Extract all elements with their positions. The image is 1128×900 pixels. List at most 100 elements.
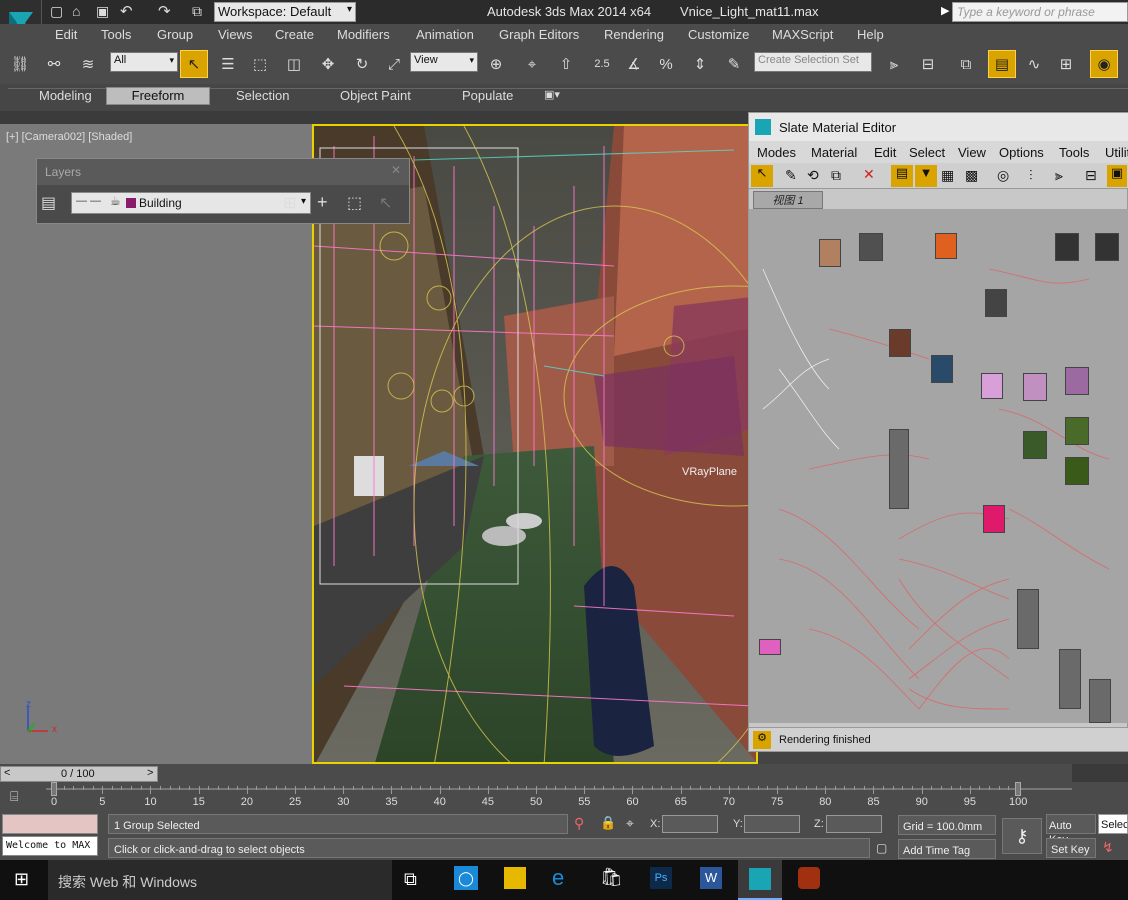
layout-children-icon[interactable]: ⫶	[1029, 167, 1033, 184]
material-node[interactable]	[935, 233, 957, 259]
cortana-icon[interactable]: ◯	[454, 866, 478, 890]
keyboard-shortcut-icon[interactable]: ⇧	[552, 50, 580, 78]
z-coord-input[interactable]	[826, 815, 882, 833]
menu-animation[interactable]: Animation	[416, 27, 474, 42]
slate-menu-tools[interactable]: Tools	[1059, 145, 1089, 160]
selection-filter-select[interactable]: All ▾	[110, 52, 178, 72]
ribbon-tab-populate[interactable]: Populate	[462, 88, 513, 103]
edge-icon[interactable]: e	[552, 865, 564, 891]
taskbar-search-box[interactable]: 搜索 Web 和 Windows	[48, 860, 392, 900]
select-by-name-icon[interactable]: ☰	[214, 50, 242, 78]
menu-rendering[interactable]: Rendering	[604, 27, 664, 42]
current-layer-select[interactable]: — — ☕ Building ▾	[71, 192, 311, 214]
material-node[interactable]	[1065, 417, 1089, 445]
game-app-icon[interactable]	[798, 867, 820, 889]
select-object-icon[interactable]: ↖	[180, 50, 208, 78]
slate-menu-select[interactable]: Select	[909, 145, 945, 160]
render-teapot-icon[interactable]: ☕	[110, 194, 121, 208]
material-node[interactable]	[1089, 679, 1111, 723]
material-node[interactable]	[1059, 649, 1081, 709]
undo-icon[interactable]: ↶	[120, 2, 133, 20]
time-slider[interactable]: < 0 / 100 >	[0, 766, 158, 782]
edit-named-selection-icon[interactable]: ✎	[720, 50, 748, 78]
ribbon-tab-modeling[interactable]: Modeling	[39, 88, 92, 103]
material-node[interactable]	[931, 355, 953, 383]
set-current-layer-icon[interactable]: ↖	[379, 193, 392, 213]
slate-menu-utilities[interactable]: Utilities	[1105, 145, 1128, 160]
material-node[interactable]	[889, 429, 909, 509]
hide-toggle-icon[interactable]: — —	[76, 195, 101, 207]
redo-icon[interactable]: ↷	[158, 2, 171, 20]
time-marker-start[interactable]	[51, 782, 57, 796]
material-navigator-icon[interactable]: ⫸	[1055, 167, 1063, 184]
slider-next-icon[interactable]: >	[147, 767, 153, 779]
bind-spacewarp-icon[interactable]: ≋	[74, 50, 102, 78]
ribbon-tab-freeform[interactable]: Freeform	[106, 87, 210, 105]
hide-unused-icon[interactable]: ▼	[915, 165, 937, 187]
material-node[interactable]	[859, 233, 883, 261]
ribbon-tab-object-paint[interactable]: Object Paint	[340, 88, 411, 103]
slate-menu-modes[interactable]: Modes	[757, 145, 796, 160]
material-node[interactable]	[1095, 233, 1119, 261]
maxscript-listener[interactable]	[2, 814, 98, 834]
absolute-mode-icon[interactable]: ⌖	[626, 815, 634, 832]
slate-menu-material[interactable]: Material	[811, 145, 857, 160]
menu-modifiers[interactable]: Modifiers	[337, 27, 390, 42]
search-input[interactable]: Type a keyword or phrase	[952, 2, 1128, 22]
material-node[interactable]	[1055, 233, 1079, 261]
create-layer-icon[interactable]: ⊞	[283, 193, 296, 213]
menu-graph-editors[interactable]: Graph Editors	[499, 27, 579, 42]
add-to-layer-icon[interactable]: +	[317, 192, 328, 213]
rect-selection-icon[interactable]: ⬚	[246, 50, 274, 78]
window-crossing-icon[interactable]: ◫	[280, 50, 308, 78]
align-icon[interactable]: ⊟	[914, 50, 942, 78]
show-background-icon[interactable]: ▩	[965, 167, 978, 184]
material-editor-icon[interactable]: ◉	[1090, 50, 1118, 78]
ribbon-tab-selection[interactable]: Selection	[236, 88, 289, 103]
ref-coord-select[interactable]: View ▾	[410, 52, 478, 72]
time-marker-end[interactable]	[1015, 782, 1021, 796]
material-node[interactable]	[819, 239, 841, 267]
rotate-icon[interactable]: ↻	[348, 50, 376, 78]
material-node[interactable]	[985, 289, 1007, 317]
slate-menu-view[interactable]: View	[958, 145, 986, 160]
material-node[interactable]	[1065, 367, 1089, 395]
lock-icon[interactable]: 🔒	[600, 815, 616, 831]
menu-edit[interactable]: Edit	[55, 27, 77, 42]
taskbar-3dsmax-active[interactable]	[738, 860, 782, 900]
store-icon[interactable]: 🛍	[600, 867, 623, 888]
menu-customize[interactable]: Customize	[688, 27, 749, 42]
layout-all-icon[interactable]: ◎	[997, 167, 1009, 184]
menu-group[interactable]: Group	[157, 27, 193, 42]
material-node[interactable]	[1017, 589, 1039, 649]
key-filters-icon[interactable]: ↯	[1102, 839, 1114, 856]
material-node[interactable]	[759, 639, 781, 655]
search-arrow-icon[interactable]: ▶	[941, 4, 949, 17]
new-file-icon[interactable]: ▢	[50, 3, 63, 20]
y-coord-input[interactable]	[744, 815, 800, 833]
material-node[interactable]	[981, 373, 1003, 399]
select-in-layer-icon[interactable]: ⬚	[347, 193, 362, 213]
pivot-center-icon[interactable]: ⊕	[482, 50, 510, 78]
view-tab[interactable]: 视图 1	[753, 191, 823, 209]
file-explorer-icon[interactable]	[504, 867, 526, 889]
time-tag-icon[interactable]: ▢	[876, 841, 887, 855]
layer-manager-icon[interactable]: ⧉	[952, 50, 980, 78]
workspace-select[interactable]: Workspace: Default ▾	[214, 2, 356, 22]
select-manipulate-icon[interactable]: ⌖	[518, 50, 546, 78]
percent-snap-icon[interactable]: %	[652, 50, 680, 78]
x-coord-input[interactable]	[662, 815, 718, 833]
spinner-snap-icon[interactable]: ⇕	[686, 50, 714, 78]
auto-key-button[interactable]: Auto Key	[1046, 814, 1096, 846]
viewport-label[interactable]: [+] [Camera002] [Shaded]	[6, 131, 132, 143]
move-icon[interactable]: ✥	[314, 50, 342, 78]
hold-icon[interactable]: ⧉	[192, 3, 202, 20]
curve-editor-icon[interactable]: ∿	[1020, 50, 1048, 78]
slate-menu-options[interactable]: Options	[999, 145, 1044, 160]
menu-create[interactable]: Create	[275, 27, 314, 42]
parameter-editor-icon[interactable]: ⊟	[1085, 167, 1097, 184]
named-selection-set-input[interactable]: Create Selection Set	[754, 52, 872, 72]
isolate-icon[interactable]: ⚲	[574, 815, 584, 832]
scene-explorer-icon[interactable]: ▤	[988, 50, 1016, 78]
angle-snap-icon[interactable]: ∡	[620, 50, 648, 78]
